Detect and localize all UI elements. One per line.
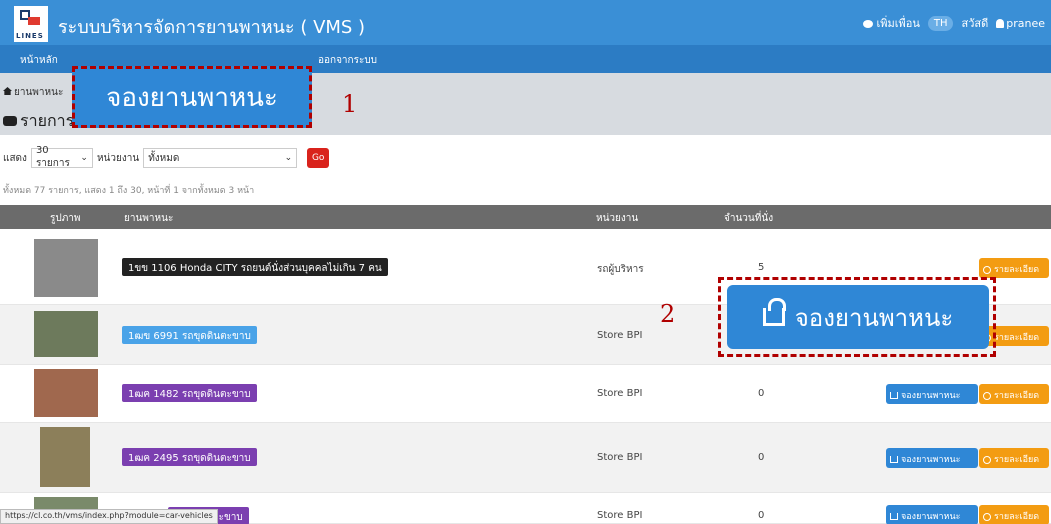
- detail-label: รายละเอียด: [994, 455, 1040, 465]
- browser-status-url: https://cl.co.th/vms/index.php?module=ca…: [0, 509, 218, 524]
- basket-icon: [762, 298, 786, 326]
- greeting: สวัสดี: [961, 17, 989, 30]
- detail-label: รายละเอียด: [994, 512, 1040, 522]
- page-size-select[interactable]: 30 รายการ ⌄: [30, 145, 93, 169]
- col-seats: จำนวนที่นั่ง: [724, 213, 774, 224]
- info-icon: [983, 391, 991, 400]
- vehicle-name[interactable]: 1ขข 1106 Honda CITY รถยนต์นั่งส่วนบุคคลไ…: [122, 258, 388, 276]
- home-icon: [3, 87, 12, 95]
- breadcrumb-label: ยานพาหนะ: [14, 87, 64, 98]
- logo-text: LINES: [16, 32, 44, 40]
- unit-cell: Store BPI: [597, 330, 643, 341]
- unit-select[interactable]: ทั้งหมด ⌄: [143, 148, 298, 168]
- unit-cell: Store BPI: [597, 510, 643, 521]
- unit-value: ทั้งหมด: [148, 152, 180, 164]
- book-label: จองยานพาหนะ: [901, 455, 961, 465]
- table-header: รูปภาพ ยานพาหนะ หน่วยงาน จำนวนที่นั่ง: [0, 205, 1051, 229]
- user-icon: [996, 19, 1005, 28]
- detail-button[interactable]: รายละเอียด: [979, 384, 1049, 404]
- language-toggle[interactable]: TH: [927, 15, 954, 31]
- info-icon: [983, 455, 991, 464]
- unit-cell: Store BPI: [597, 452, 643, 463]
- seats-cell: 0: [758, 510, 765, 521]
- book-vehicle-button[interactable]: จองยานพาหนะ: [886, 448, 978, 468]
- detail-label: รายละเอียด: [994, 391, 1040, 401]
- go-button[interactable]: Go: [307, 148, 330, 168]
- callout-number-1: 1: [342, 90, 358, 118]
- add-friend-link[interactable]: เพิ่มเพื่อน: [863, 14, 920, 32]
- username: pranee: [1006, 16, 1045, 30]
- add-friend-label: เพิ่มเพื่อน: [876, 17, 920, 30]
- page-size-value: 30 รายการ: [35, 145, 70, 169]
- col-unit: หน่วยงาน: [596, 213, 639, 224]
- filter-bar: แสดง 30 รายการ ⌄ หน่วยงาน ทั้งหมด ⌄ Go: [3, 145, 330, 169]
- book-label: จองยานพาหนะ: [901, 512, 961, 522]
- book-label: จองยานพาหนะ: [901, 391, 961, 401]
- detail-button[interactable]: รายละเอียด: [979, 505, 1049, 524]
- vehicle-photo[interactable]: [34, 239, 98, 297]
- menu-logout[interactable]: ออกจากระบบ: [318, 53, 377, 68]
- seats-cell: 0: [758, 388, 765, 399]
- col-vehicle: ยานพาหนะ: [124, 213, 174, 224]
- user-menu: เพิ่มเพื่อน TH สวัสดี pranee: [863, 14, 1045, 32]
- book-vehicle-button[interactable]: จองยานพาหนะ: [886, 384, 978, 404]
- vehicle-photo[interactable]: [34, 311, 98, 357]
- detail-label: รายละเอียด: [994, 333, 1040, 343]
- callout-book-vehicle-menu: จองยานพาหนะ: [72, 66, 312, 128]
- callout-label: จองยานพาหนะ: [794, 303, 954, 332]
- detail-button[interactable]: รายละเอียด: [979, 448, 1049, 468]
- breadcrumb[interactable]: ยานพาหนะ: [3, 85, 63, 100]
- info-icon: [983, 512, 991, 521]
- table-row: 1ฒฅ 2495 รถขุดดินตะขาบ Store BPI 0 จองยา…: [0, 423, 1051, 493]
- detail-label: รายละเอียด: [994, 265, 1040, 275]
- user-link[interactable]: pranee: [996, 17, 1045, 30]
- info-icon: [983, 265, 991, 274]
- vehicle-name[interactable]: 1ฒข 6991 รถขุดดินตะขาบ: [122, 326, 257, 344]
- seats-cell: 0: [758, 452, 765, 463]
- callout-book-button: จองยานพาหนะ: [718, 277, 996, 357]
- seats-cell: 5: [758, 262, 765, 273]
- unit-cell: Store BPI: [597, 388, 643, 399]
- basket-icon: [890, 513, 898, 520]
- pagination-summary: ทั้งหมด 77 รายการ, แสดง 1 ถึง 30, หน้าที…: [3, 186, 255, 196]
- vehicle-photo[interactable]: [34, 369, 98, 417]
- chevron-down-icon: ⌄: [80, 153, 88, 163]
- col-image: รูปภาพ: [50, 213, 81, 224]
- book-vehicle-callout: จองยานพาหนะ: [727, 285, 989, 349]
- app-title: ระบบบริหารจัดการยานพาหนะ ( VMS ): [58, 17, 366, 38]
- vehicle-name[interactable]: 1ฒฅ 1482 รถขุดดินตะขาบ: [122, 384, 257, 402]
- basket-icon: [890, 392, 898, 399]
- car-icon: [3, 116, 17, 126]
- unit-cell: รถผู้บริหาร: [597, 264, 644, 275]
- chevron-down-icon: ⌄: [284, 153, 293, 163]
- callout-number-2: 2: [660, 300, 676, 328]
- app-logo[interactable]: LINES: [14, 6, 48, 42]
- chat-icon: [863, 20, 874, 28]
- show-label: แสดง: [3, 152, 27, 164]
- basket-icon: [890, 456, 898, 463]
- top-navbar: LINES ระบบบริหารจัดการยานพาหนะ ( VMS ) เ…: [0, 0, 1051, 45]
- unit-label: หน่วยงาน: [96, 152, 140, 164]
- table-row: 1ฒฅ 1482 รถขุดดินตะขาบ Store BPI 0 จองยา…: [0, 365, 1051, 423]
- detail-button[interactable]: รายละเอียด: [979, 258, 1049, 278]
- menu-home[interactable]: หน้าหลัก: [20, 53, 58, 68]
- vehicle-name[interactable]: 1ฒฅ 2495 รถขุดดินตะขาบ: [122, 448, 257, 466]
- vehicle-photo[interactable]: [40, 427, 90, 487]
- book-vehicle-button[interactable]: จองยานพาหนะ: [886, 505, 978, 524]
